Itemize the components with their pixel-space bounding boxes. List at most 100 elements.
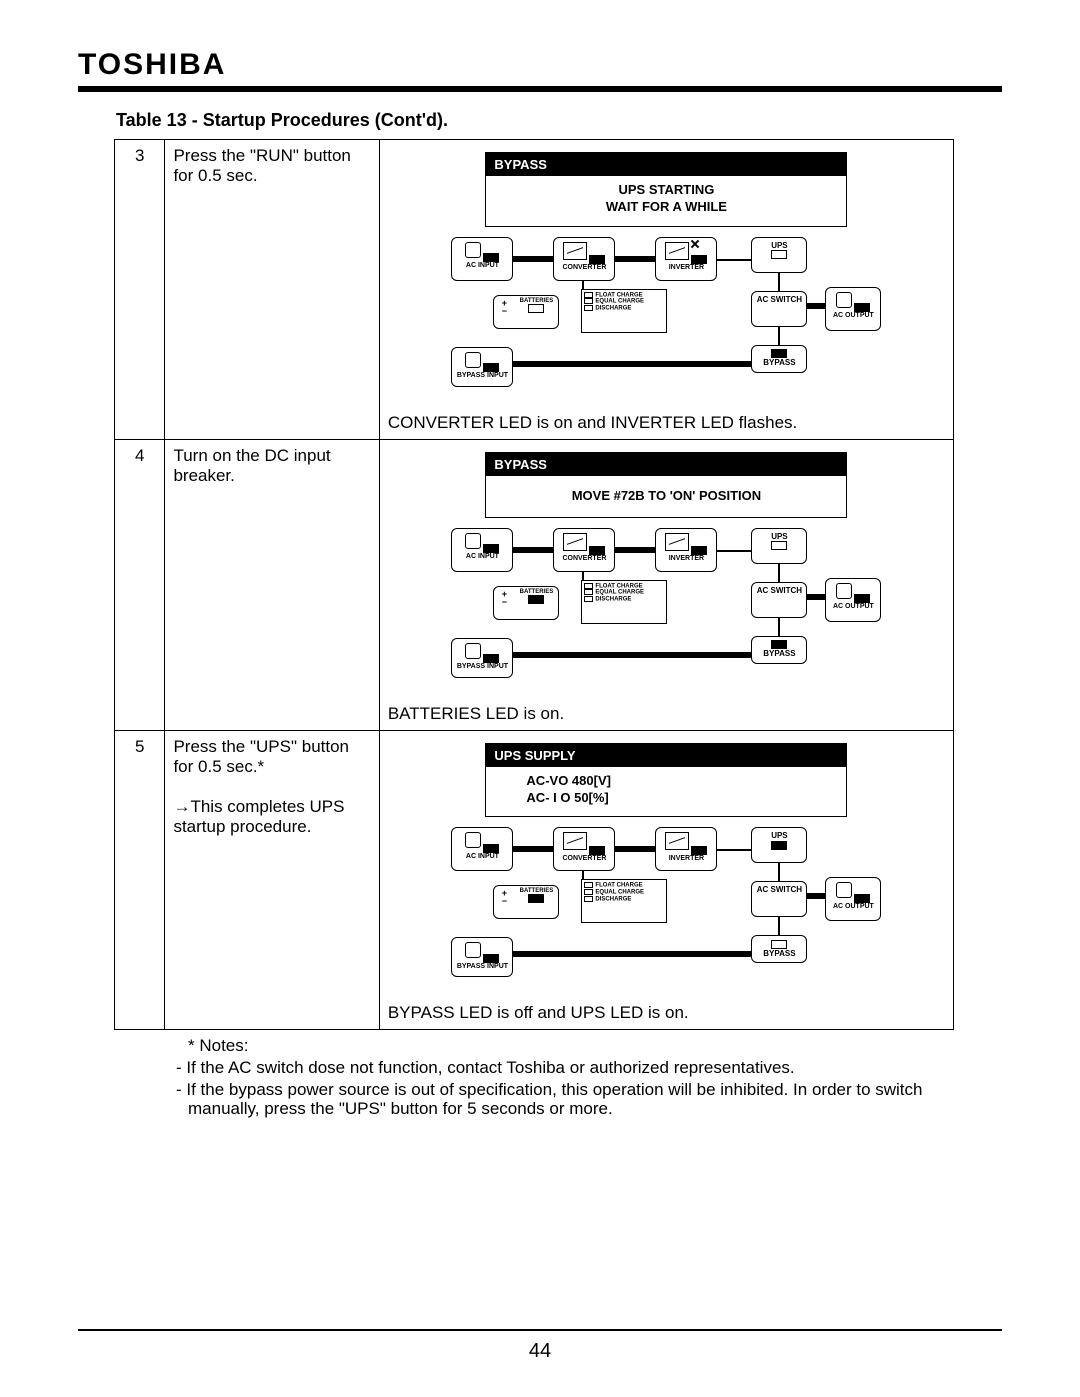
charge-states-block: FLOAT CHARGE EQUAL CHARGE DISCHARGE	[581, 289, 667, 333]
batteries-led	[528, 595, 544, 604]
batteries-led	[528, 304, 544, 313]
equal-led-icon	[584, 298, 593, 304]
step-instruction-extra: →This completes UPS startup procedure.	[173, 797, 344, 836]
diagram-caption: BYPASS LED is off and UPS LED is on.	[388, 1003, 945, 1023]
discharge-led-icon	[584, 596, 593, 602]
ups-block: UPS	[751, 827, 807, 863]
bypass-led	[771, 349, 787, 358]
lcd-display: BYPASS MOVE #72B TO 'ON' POSITION	[485, 452, 847, 518]
bypass-block: BYPASS	[751, 935, 807, 963]
bypass-led	[771, 940, 787, 949]
notes-block: * Notes: - If the AC switch dose not fun…	[188, 1036, 948, 1118]
bypass-input-block: BYPASS INPUT	[451, 638, 513, 678]
ac-input-block: AC INPUT	[451, 827, 513, 871]
ups-led	[771, 541, 787, 550]
converter-block: CONVERTER	[553, 528, 615, 572]
lcd-body: MOVE #72B TO 'ON' POSITION	[486, 476, 846, 517]
converter-led	[589, 546, 605, 555]
batteries-led	[528, 894, 544, 903]
equal-led-icon	[584, 889, 593, 895]
breaker-icon	[836, 583, 852, 599]
converter-led	[589, 255, 605, 264]
ac-output-block: AC OUTPUT	[825, 578, 881, 622]
step-panel: BYPASS UPS STARTING WAIT FOR A WHILE AC	[379, 140, 953, 440]
page-number: 44	[0, 1340, 1080, 1363]
lcd-header: BYPASS	[486, 153, 846, 176]
inverter-led	[691, 846, 707, 855]
bypass-block: BYPASS	[751, 345, 807, 373]
batteries-block: BATTERIES	[493, 295, 559, 329]
procedure-table: 3 Press the "RUN" button for 0.5 sec. BY…	[114, 139, 954, 1030]
flow-diagram: AC INPUT CONVERTER INVERTER UPS BATTERIE…	[451, 528, 881, 698]
lcd-header: UPS SUPPLY	[486, 744, 846, 767]
step-panel: UPS SUPPLY AC-VO 480[V] AC- I O 50[%]	[379, 730, 953, 1030]
battery-icon	[498, 299, 510, 315]
ac-output-led	[854, 303, 870, 312]
step-instruction: Press the "UPS" button for 0.5 sec.* →Th…	[165, 730, 379, 1030]
float-led-icon	[584, 292, 593, 298]
float-led-icon	[584, 583, 593, 589]
lcd-line: AC- I O 50[%]	[526, 790, 608, 805]
batteries-block: BATTERIES	[493, 885, 559, 919]
lcd-line: AC-VO 480[V]	[526, 773, 611, 788]
wave-icon	[563, 533, 587, 551]
step-instruction: Turn on the DC input breaker.	[165, 439, 379, 730]
bypass-input-led	[483, 363, 499, 372]
breaker-icon	[836, 292, 852, 308]
flow-diagram: AC INPUT CONVERTER INVERTER UPS BATTERIE…	[451, 827, 881, 997]
inverter-block: INVERTER	[655, 827, 717, 871]
step-number: 5	[115, 730, 165, 1030]
lcd-header: BYPASS	[486, 453, 846, 476]
step-instruction: Press the "RUN" button for 0.5 sec.	[165, 140, 379, 440]
lcd-body: UPS STARTING WAIT FOR A WHILE	[486, 176, 846, 226]
breaker-icon	[465, 352, 481, 368]
breaker-icon	[465, 832, 481, 848]
step-panel: BYPASS MOVE #72B TO 'ON' POSITION AC INP…	[379, 439, 953, 730]
breaker-icon	[465, 242, 481, 258]
notes-heading: * Notes:	[188, 1036, 948, 1056]
diagram-caption: CONVERTER LED is on and INVERTER LED fla…	[388, 413, 945, 433]
charge-states-block: FLOAT CHARGE EQUAL CHARGE DISCHARGE	[581, 879, 667, 923]
bypass-block: BYPASS	[751, 636, 807, 664]
ac-output-led	[854, 894, 870, 903]
discharge-led-icon	[584, 305, 593, 311]
bypass-input-block: BYPASS INPUT	[451, 937, 513, 977]
brand-logo: TOSHIBA	[78, 48, 1002, 82]
breaker-icon	[465, 643, 481, 659]
header-rule	[78, 86, 1002, 92]
flow-diagram: AC INPUT CONVERTER INVERTER UPS BATTERIE…	[451, 237, 881, 407]
battery-icon	[498, 889, 510, 905]
converter-block: CONVERTER	[553, 827, 615, 871]
charge-states-block: FLOAT CHARGE EQUAL CHARGE DISCHARGE	[581, 580, 667, 624]
ups-led	[771, 250, 787, 259]
wave-icon	[563, 242, 587, 260]
ups-block: UPS	[751, 237, 807, 273]
ac-input-led	[483, 544, 499, 553]
ac-output-block: AC OUTPUT	[825, 287, 881, 331]
inverter-block: INVERTER	[655, 237, 717, 281]
ac-input-block: AC INPUT	[451, 237, 513, 281]
step-instruction-text: Press the "UPS" button for 0.5 sec.*	[173, 737, 349, 776]
ac-switch-block: AC SWITCH	[751, 881, 807, 917]
diagram-caption: BATTERIES LED is on.	[388, 704, 945, 724]
lcd-line: UPS STARTING	[619, 182, 715, 197]
float-led-icon	[584, 882, 593, 888]
battery-icon	[498, 590, 510, 606]
wave-icon	[665, 533, 689, 551]
notes-line: - If the bypass power source is out of s…	[188, 1080, 948, 1119]
table-row: 5 Press the "UPS" button for 0.5 sec.* →…	[115, 730, 954, 1030]
table-row: 4 Turn on the DC input breaker. BYPASS M…	[115, 439, 954, 730]
wave-icon	[665, 242, 689, 260]
footer-rule	[78, 1329, 1002, 1331]
notes-line: - If the AC switch dose not function, co…	[188, 1058, 948, 1078]
equal-led-icon	[584, 589, 593, 595]
ups-led	[771, 841, 787, 850]
breaker-icon	[465, 942, 481, 958]
bypass-input-led	[483, 954, 499, 963]
breaker-icon	[465, 533, 481, 549]
ac-switch-block: AC SWITCH	[751, 582, 807, 618]
converter-led	[589, 846, 605, 855]
bypass-input-block: BYPASS INPUT	[451, 347, 513, 387]
lcd-line: WAIT FOR A WHILE	[606, 199, 727, 214]
ac-output-block: AC OUTPUT	[825, 877, 881, 921]
